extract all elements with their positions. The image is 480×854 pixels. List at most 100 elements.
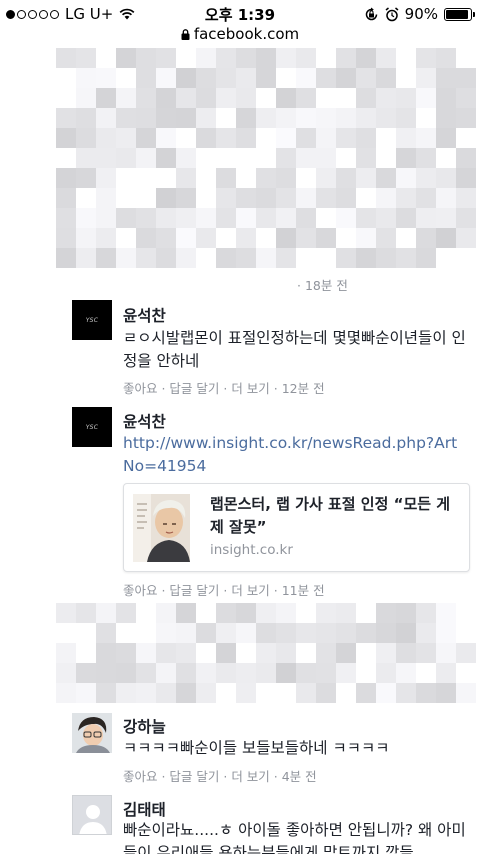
- mosaic-cell: [336, 623, 356, 643]
- comment-text: ㄹㅇ시발랩몬이 표절인정하는데 몇몇빠순이년들이 인정을 안하네: [123, 329, 466, 370]
- mosaic-cell: [116, 603, 136, 623]
- mosaic-cell: [456, 228, 476, 248]
- mosaic-cell: [336, 68, 356, 88]
- status-right: 90%: [364, 5, 475, 23]
- link-domain: insight.co.kr: [210, 542, 293, 558]
- mosaic-cell: [316, 683, 336, 703]
- mosaic-cell: [376, 603, 396, 623]
- mosaic-cell: [156, 663, 176, 683]
- mosaic-cell: [76, 148, 96, 168]
- mosaic-cell: [456, 208, 476, 228]
- mosaic-cell: [256, 108, 276, 128]
- mosaic-cell: [256, 603, 276, 623]
- mosaic-cell: [336, 603, 356, 623]
- address-bar[interactable]: facebook.com: [0, 25, 480, 47]
- mosaic-cell: [376, 248, 396, 268]
- mosaic-cell: [76, 603, 96, 623]
- mosaic-cell: [296, 88, 316, 108]
- mosaic-cell: [436, 603, 456, 623]
- mosaic-cell: [316, 643, 336, 663]
- mosaic-cell: [296, 683, 316, 703]
- mosaic-cell: [116, 148, 136, 168]
- mosaic-cell: [196, 683, 216, 703]
- mosaic-cell: [96, 108, 116, 128]
- mosaic-cell: [196, 663, 216, 683]
- link-thumbnail-image: [133, 494, 190, 562]
- blurred-comment-region: [56, 603, 476, 703]
- mosaic-cell: [356, 683, 376, 703]
- mosaic-cell: [356, 148, 376, 168]
- mosaic-cell: [56, 248, 76, 268]
- comment-meta[interactable]: 좋아요 · 답글 달기 · 더 보기 · 4분 전: [123, 766, 317, 785]
- mosaic-cell: [216, 603, 236, 623]
- comment-meta[interactable]: 좋아요 · 답글 달기 · 더 보기 · 11분 전: [123, 580, 325, 599]
- mosaic-cell: [296, 128, 316, 148]
- link-preview-card[interactable]: 랩몬스터, 랩 가사 표절 인정 “모든 게 제 잘못” insight.co.…: [123, 483, 470, 572]
- mosaic-cell: [436, 48, 456, 68]
- comment-author[interactable]: 강하늘: [123, 715, 166, 737]
- mosaic-cell: [296, 68, 316, 88]
- mosaic-cell: [236, 683, 256, 703]
- mosaic-cell: [236, 128, 256, 148]
- mosaic-cell: [216, 248, 236, 268]
- alarm-icon: [385, 6, 399, 21]
- mosaic-cell: [156, 208, 176, 228]
- mosaic-cell: [376, 228, 396, 248]
- mosaic-cell: [156, 48, 176, 68]
- mosaic-cell: [256, 168, 276, 188]
- mosaic-cell: [176, 68, 196, 88]
- mosaic-cell: [436, 663, 456, 683]
- mosaic-cell: [96, 623, 116, 643]
- mosaic-cell: [376, 108, 396, 128]
- rotation-lock-icon: [365, 7, 377, 20]
- mosaic-cell: [336, 108, 356, 128]
- mosaic-cell: [196, 208, 216, 228]
- mosaic-cell: [116, 108, 136, 128]
- mosaic-cell: [456, 88, 476, 108]
- mosaic-cell: [256, 68, 276, 88]
- comment-author[interactable]: 윤석찬: [123, 304, 166, 326]
- mosaic-cell: [336, 248, 356, 268]
- avatar[interactable]: [72, 713, 112, 753]
- mosaic-cell: [216, 48, 236, 68]
- comment-author[interactable]: 김태태: [123, 798, 166, 820]
- status-bar: LG U+ 오후 1:39 90%: [0, 0, 480, 28]
- mosaic-cell: [76, 68, 96, 88]
- mosaic-cell: [416, 248, 436, 268]
- mosaic-cell: [76, 108, 96, 128]
- comment-meta[interactable]: 좋아요 · 답글 달기 · 더 보기 · 12분 전: [123, 378, 325, 397]
- mosaic-cell: [56, 188, 76, 208]
- avatar[interactable]: YSC: [72, 300, 112, 340]
- mosaic-cell: [296, 108, 316, 128]
- comment-author[interactable]: 윤석찬: [123, 410, 166, 432]
- mosaic-cell: [416, 168, 436, 188]
- mosaic-cell: [276, 128, 296, 148]
- mosaic-cell: [56, 128, 76, 148]
- mosaic-cell: [176, 188, 196, 208]
- mosaic-cell: [76, 228, 96, 248]
- mosaic-cell: [356, 128, 376, 148]
- mosaic-cell: [436, 643, 456, 663]
- mosaic-cell: [236, 88, 256, 108]
- mosaic-cell: [276, 623, 296, 643]
- avatar[interactable]: YSC: [72, 407, 112, 447]
- mosaic-cell: [356, 228, 376, 248]
- mosaic-cell: [156, 88, 176, 108]
- mosaic-cell: [136, 48, 156, 68]
- mosaic-cell: [136, 228, 156, 248]
- mosaic-cell: [316, 228, 336, 248]
- comment-link[interactable]: http://www.insight.co.kr/newsRead.php?Ar…: [123, 432, 468, 478]
- mosaic-cell: [116, 683, 136, 703]
- mosaic-cell: [96, 228, 116, 248]
- mosaic-cell: [96, 68, 116, 88]
- mosaic-cell: [396, 248, 416, 268]
- mosaic-cell: [396, 188, 416, 208]
- mosaic-cell: [176, 248, 196, 268]
- mosaic-cell: [196, 48, 216, 68]
- avatar[interactable]: [72, 795, 112, 835]
- mosaic-cell: [396, 148, 416, 168]
- mosaic-cell: [256, 208, 276, 228]
- mosaic-cell: [396, 128, 416, 148]
- mosaic-cell: [276, 88, 296, 108]
- mosaic-cell: [416, 128, 436, 148]
